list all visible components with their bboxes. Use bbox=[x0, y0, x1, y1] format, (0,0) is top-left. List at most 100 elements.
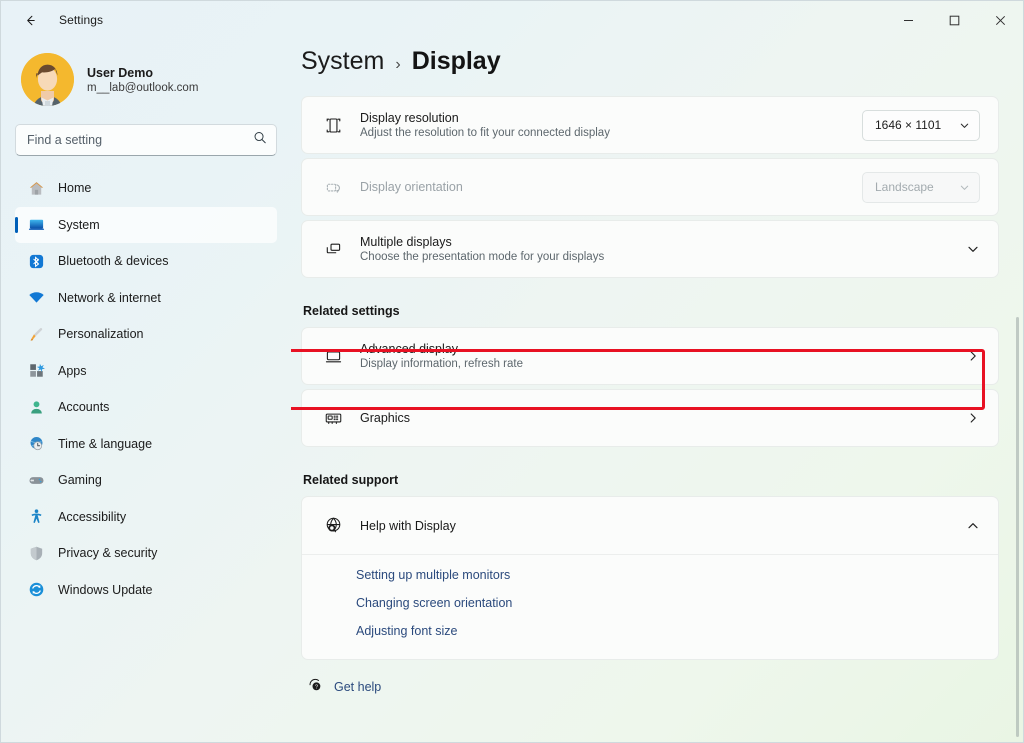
home-icon bbox=[27, 179, 45, 197]
multiple-displays-card[interactable]: Multiple displays Choose the presentatio… bbox=[301, 220, 999, 278]
breadcrumb-parent[interactable]: System bbox=[301, 47, 384, 76]
sidebar-item-network-internet[interactable]: Network & internet bbox=[15, 280, 277, 317]
sidebar-item-label: Windows Update bbox=[58, 583, 153, 597]
card-title: Display orientation bbox=[360, 180, 862, 194]
card-text: Display resolution Adjust the resolution… bbox=[360, 111, 862, 139]
help-link[interactable]: Setting up multiple monitors bbox=[356, 561, 510, 589]
main-content: System › Display Display resolution Adju… bbox=[291, 39, 1023, 742]
sidebar-item-accounts[interactable]: Accounts bbox=[15, 389, 277, 426]
sidebar-item-windows-update[interactable]: Windows Update bbox=[15, 572, 277, 609]
sidebar: User Demo m__lab@outlook.com bbox=[1, 39, 291, 742]
search-container bbox=[15, 124, 277, 156]
system-monitor-icon bbox=[27, 216, 45, 234]
display-resolution-card: Display resolution Adjust the resolution… bbox=[301, 96, 999, 154]
breadcrumb-separator-icon: › bbox=[395, 56, 400, 74]
window-controls bbox=[885, 1, 1023, 39]
paintbrush-icon bbox=[27, 325, 45, 343]
close-button[interactable] bbox=[977, 1, 1023, 39]
user-profile[interactable]: User Demo m__lab@outlook.com bbox=[15, 39, 277, 122]
page-title: Display bbox=[412, 47, 501, 76]
card-subtitle: Adjust the resolution to fit your connec… bbox=[360, 127, 862, 139]
advanced-display-icon bbox=[318, 346, 348, 367]
display-resolution-dropdown[interactable]: 1646 × 1101 bbox=[862, 110, 980, 141]
display-orientation-dropdown: Landscape bbox=[862, 172, 980, 203]
sidebar-item-label: Bluetooth & devices bbox=[58, 254, 169, 268]
multiple-displays-icon bbox=[318, 239, 348, 260]
close-icon bbox=[995, 15, 1006, 26]
content-scrollbar[interactable] bbox=[1016, 317, 1019, 737]
globe-search-icon bbox=[318, 515, 348, 536]
sidebar-item-apps[interactable]: Apps bbox=[15, 353, 277, 390]
window-title: Settings bbox=[59, 13, 103, 27]
display-orientation-icon bbox=[318, 177, 348, 198]
card-text: Display orientation bbox=[360, 180, 862, 194]
card-subtitle: Display information, refresh rate bbox=[360, 358, 956, 370]
breadcrumb: System › Display bbox=[301, 39, 999, 96]
search-input[interactable] bbox=[15, 124, 277, 156]
sidebar-item-label: Network & internet bbox=[58, 291, 161, 305]
chevron-down-icon bbox=[959, 182, 970, 193]
card-title: Display resolution bbox=[360, 111, 862, 125]
svg-text:?: ? bbox=[315, 685, 318, 691]
sidebar-item-label: Apps bbox=[58, 364, 87, 378]
back-arrow-icon bbox=[23, 13, 38, 28]
display-resolution-icon bbox=[318, 115, 348, 136]
sidebar-item-bluetooth-devices[interactable]: Bluetooth & devices bbox=[15, 243, 277, 280]
sidebar-item-label: Privacy & security bbox=[58, 546, 157, 560]
chevron-right-icon[interactable] bbox=[956, 349, 980, 363]
sidebar-item-accessibility[interactable]: Accessibility bbox=[15, 499, 277, 536]
profile-text: User Demo m__lab@outlook.com bbox=[87, 66, 198, 94]
sidebar-item-system[interactable]: System bbox=[15, 207, 277, 244]
card-text: Advanced display Display information, re… bbox=[360, 342, 956, 370]
shield-icon bbox=[27, 544, 45, 562]
sidebar-item-privacy-security[interactable]: Privacy & security bbox=[15, 535, 277, 572]
avatar-person-icon bbox=[21, 53, 74, 106]
wifi-icon bbox=[27, 289, 45, 307]
graphics-card[interactable]: Graphics bbox=[301, 389, 999, 447]
chevron-down-icon[interactable] bbox=[956, 242, 980, 256]
card-text: Multiple displays Choose the presentatio… bbox=[360, 235, 956, 263]
title-bar: Settings bbox=[1, 1, 1023, 39]
sidebar-item-label: Home bbox=[58, 181, 91, 195]
chevron-down-icon bbox=[959, 120, 970, 131]
apps-icon bbox=[27, 362, 45, 380]
help-with-display-card[interactable]: Help with Display bbox=[302, 497, 998, 555]
profile-name: User Demo bbox=[87, 66, 198, 80]
help-link[interactable]: Adjusting font size bbox=[356, 617, 457, 645]
settings-window: Settings bbox=[0, 0, 1024, 743]
card-title: Multiple displays bbox=[360, 235, 956, 249]
sidebar-item-personalization[interactable]: Personalization bbox=[15, 316, 277, 353]
dropdown-value: 1646 × 1101 bbox=[875, 118, 941, 132]
help-link[interactable]: Changing screen orientation bbox=[356, 589, 512, 617]
dropdown-value: Landscape bbox=[875, 180, 934, 194]
maximize-button[interactable] bbox=[931, 1, 977, 39]
chevron-right-icon[interactable] bbox=[956, 411, 980, 425]
sidebar-item-label: Accounts bbox=[58, 400, 109, 414]
card-title: Graphics bbox=[360, 411, 956, 425]
get-help-label[interactable]: Get help bbox=[334, 680, 381, 694]
person-icon bbox=[27, 398, 45, 416]
related-support-heading: Related support bbox=[301, 451, 999, 496]
sidebar-item-label: Personalization bbox=[58, 327, 143, 341]
back-button[interactable] bbox=[15, 6, 45, 34]
card-title: Help with Display bbox=[360, 519, 956, 533]
window-body: User Demo m__lab@outlook.com bbox=[1, 39, 1023, 742]
graphics-card-icon bbox=[318, 408, 348, 429]
sidebar-item-gaming[interactable]: Gaming bbox=[15, 462, 277, 499]
display-orientation-card: Display orientation Landscape bbox=[301, 158, 999, 216]
card-text: Help with Display bbox=[360, 519, 956, 533]
help-question-icon: ? bbox=[307, 676, 323, 697]
minimize-icon bbox=[903, 15, 914, 26]
sidebar-item-time-language[interactable]: Time & language bbox=[15, 426, 277, 463]
sidebar-item-label: Gaming bbox=[58, 473, 102, 487]
chevron-up-icon[interactable] bbox=[956, 519, 980, 533]
advanced-display-card[interactable]: Advanced display Display information, re… bbox=[301, 327, 999, 385]
help-links: Setting up multiple monitors Changing sc… bbox=[302, 555, 998, 659]
minimize-button[interactable] bbox=[885, 1, 931, 39]
sidebar-item-label: Time & language bbox=[58, 437, 152, 451]
update-refresh-icon bbox=[27, 581, 45, 599]
sidebar-item-home[interactable]: Home bbox=[15, 170, 277, 207]
avatar bbox=[21, 53, 74, 106]
profile-email: m__lab@outlook.com bbox=[87, 82, 198, 94]
get-help-bar[interactable]: ? Get help bbox=[301, 660, 999, 697]
